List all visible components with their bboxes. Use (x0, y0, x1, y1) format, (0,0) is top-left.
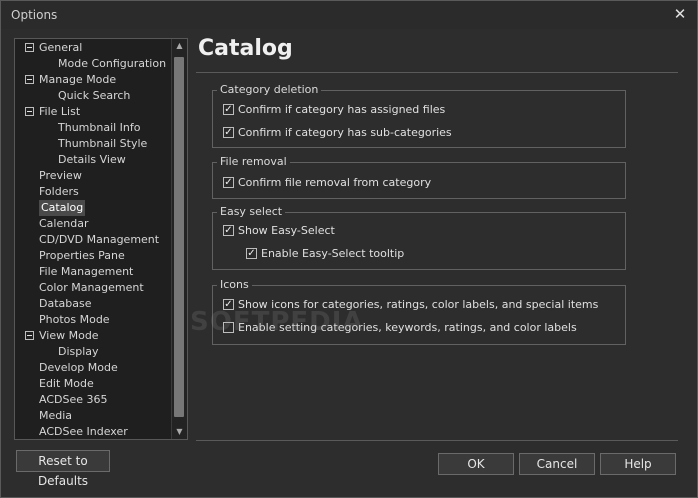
tree-item-label: Details View (58, 153, 126, 166)
tree-item-label: File Management (39, 265, 134, 278)
scroll-up-icon[interactable]: ▲ (172, 39, 187, 53)
tree-item-label: File List (39, 105, 81, 118)
close-icon[interactable]: ✕ (671, 5, 689, 23)
checkbox-box[interactable] (223, 322, 234, 333)
tree-item-label: General (39, 41, 83, 54)
tree-item-label: Display (58, 345, 99, 358)
footer-divider (196, 440, 678, 441)
group-title: File removal (217, 155, 290, 169)
checkbox-label: Enable Easy-Select tooltip (261, 247, 405, 260)
tree-item-label: Mode Configuration (58, 57, 167, 70)
group-easy-select: Easy select ✓ Show Easy-Select ✓ Enable … (212, 205, 626, 270)
tree-item-label: ACDSee 365 (39, 393, 108, 406)
tree-item-label: Thumbnail Info (58, 121, 141, 134)
tree-item-label: Properties Pane (39, 249, 125, 262)
checkbox-label: Show Easy-Select (238, 224, 335, 237)
reset-to-defaults-button[interactable]: Reset to Defaults (16, 450, 110, 488)
checkbox-box[interactable]: ✓ (246, 248, 257, 259)
tree-item-label: Folders (39, 185, 79, 198)
tree-item-label: Catalog (39, 200, 86, 216)
collapse-icon[interactable] (25, 43, 34, 52)
tree-item-label: Thumbnail Style (58, 137, 148, 150)
cancel-button[interactable]: Cancel (519, 453, 595, 475)
tree-item-label: Quick Search (58, 89, 131, 102)
checkbox-label: Confirm if category has sub-categories (238, 126, 452, 139)
tree-item-label: ACDSee Indexer (39, 425, 128, 438)
collapse-icon[interactable] (25, 331, 34, 340)
tree-item-label: Database (39, 297, 92, 310)
checkbox-box[interactable]: ✓ (223, 299, 234, 310)
collapse-icon[interactable] (25, 107, 34, 116)
group-title: Icons (217, 278, 252, 292)
tree-item-label: CD/DVD Management (39, 233, 160, 246)
checkbox-label: Confirm file removal from category (238, 176, 432, 189)
group-file-removal: File removal ✓ Confirm file removal from… (212, 155, 626, 199)
tree-item-label: View Mode (39, 329, 99, 342)
scroll-down-icon[interactable]: ▼ (172, 425, 187, 439)
group-title: Category deletion (217, 83, 322, 97)
tree-item-label: Manage Mode (39, 73, 117, 86)
tree-scrollbar[interactable]: ▲ ▼ (171, 39, 187, 439)
header-divider (196, 72, 678, 73)
group-icons: Icons ✓ Show icons for categories, ratin… (212, 278, 626, 345)
tree-item-label: Media (39, 409, 73, 422)
collapse-icon[interactable] (25, 75, 34, 84)
title-bar: Options ✕ (1, 1, 697, 29)
tree-item-label: Develop Mode (39, 361, 118, 374)
scroll-thumb[interactable] (174, 57, 184, 417)
ok-button[interactable]: OK (438, 453, 514, 475)
checkbox-label: Show icons for categories, ratings, colo… (238, 298, 599, 311)
checkbox-label: Enable setting categories, keywords, rat… (238, 321, 577, 334)
checkbox-label: Confirm if category has assigned files (238, 103, 446, 116)
page-title: Catalog (198, 36, 293, 61)
group-category-deletion: Category deletion ✓ Confirm if category … (212, 83, 626, 148)
checkbox-box[interactable]: ✓ (223, 225, 234, 236)
tree-item-label: Calendar (39, 217, 89, 230)
tree-item-label: Preview (39, 169, 82, 182)
checkbox-box[interactable]: ✓ (223, 127, 234, 138)
options-tree: General Mode Configuration Manage Mode Quic… (14, 38, 188, 440)
checkbox-box[interactable]: ✓ (223, 177, 234, 188)
tree-item-label: Color Management (39, 281, 144, 294)
group-title: Easy select (217, 205, 286, 219)
checkbox-box[interactable]: ✓ (223, 104, 234, 115)
window-title: Options (11, 8, 58, 22)
help-button[interactable]: Help (600, 453, 676, 475)
tree-item-label: Photos Mode (39, 313, 110, 326)
tree-item-label: Edit Mode (39, 377, 94, 390)
